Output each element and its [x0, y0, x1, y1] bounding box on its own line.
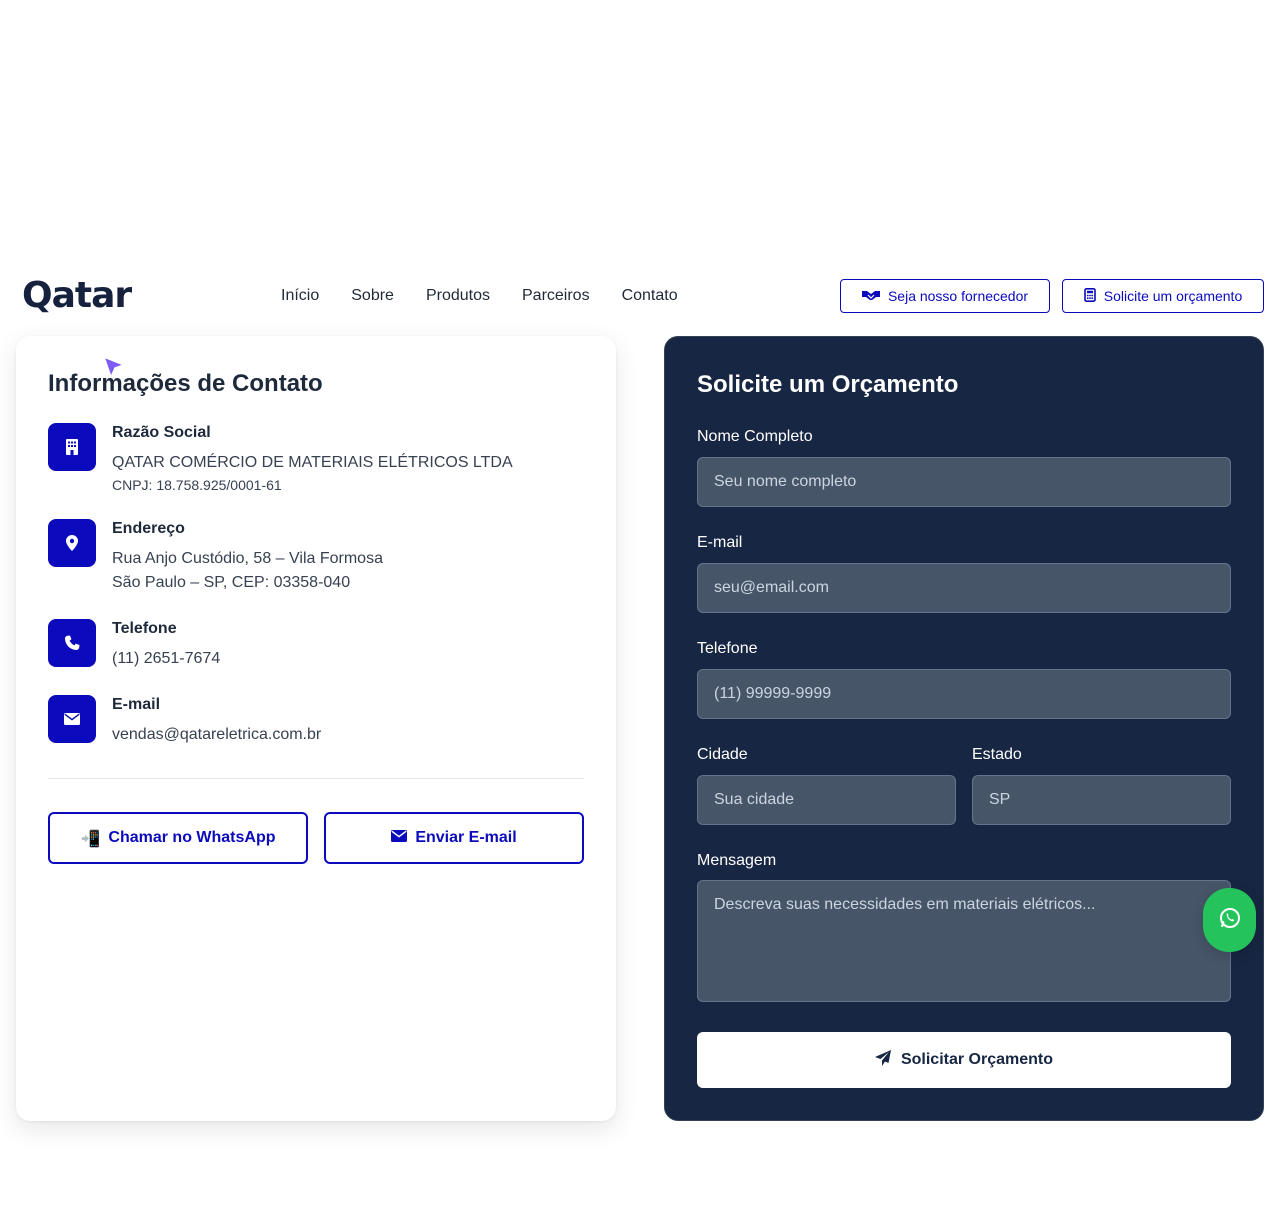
name-input[interactable] — [697, 457, 1231, 507]
email-label: E-mail — [697, 534, 743, 551]
contact-info-card: Informações de Contato Razão Social QATA… — [16, 336, 616, 1121]
nav-item-inicio[interactable]: Início — [281, 286, 319, 306]
building-icon — [48, 423, 96, 471]
quote-form-card: Solicite um Orçamento Nome Completo E-ma… — [664, 336, 1264, 1121]
city-input[interactable] — [697, 775, 956, 825]
company-cnpj: CNPJ: 18.758.925/0001-61 — [112, 477, 282, 493]
submit-quote-button[interactable]: Solicitar Orçamento — [697, 1032, 1231, 1088]
contact-info-title: Informações de Contato — [48, 370, 323, 397]
phone-value[interactable]: (11) 2651-7674 — [112, 647, 220, 671]
main-nav: Início Sobre Produtos Parceiros Contato — [281, 286, 710, 306]
calculator-icon — [1083, 287, 1096, 305]
address-line1: Rua Anjo Custódio, 58 – Vila Formosa — [112, 550, 383, 567]
envelope-icon — [48, 695, 96, 743]
nav-item-sobre[interactable]: Sobre — [351, 286, 394, 306]
email-input[interactable] — [697, 563, 1231, 613]
nav-item-produtos[interactable]: Produtos — [426, 286, 490, 306]
state-label: Estado — [972, 746, 1022, 763]
nav-item-contato[interactable]: Contato — [622, 286, 678, 306]
phone-label: Telefone — [697, 640, 758, 657]
whatsapp-icon — [1219, 907, 1241, 934]
address-info: Endereço Rua Anjo Custódio, 58 – Vila Fo… — [48, 519, 383, 595]
cursor-arrow-icon — [102, 355, 126, 379]
state-input[interactable] — [972, 775, 1231, 825]
map-pin-icon — [48, 519, 96, 567]
message-label: Mensagem — [697, 852, 777, 869]
message-textarea[interactable] — [697, 880, 1231, 1002]
mobile-arrow-icon: 📲 — [80, 828, 101, 848]
company-name: QATAR COMÉRCIO DE MATERIAIS ELÉTRICOS LT… — [112, 454, 513, 471]
phone-label: Telefone — [112, 620, 177, 637]
send-email-button-label: Enviar E-mail — [415, 829, 517, 846]
phone-info: Telefone (11) 2651-7674 — [48, 619, 220, 671]
address-label: Endereço — [112, 520, 185, 537]
whatsapp-button[interactable]: 📲 Chamar no WhatsApp — [48, 812, 308, 864]
site-header: Qatar Início Sobre Produtos Parceiros Co… — [0, 270, 1265, 322]
phone-input[interactable] — [697, 669, 1231, 719]
email-label: E-mail — [112, 696, 161, 713]
email-value[interactable]: vendas@qatareletrica.com.br — [112, 723, 321, 747]
email-info: E-mail vendas@qatareletrica.com.br — [48, 695, 321, 747]
phone-icon — [48, 619, 96, 667]
divider — [48, 778, 584, 779]
paper-plane-icon — [874, 1049, 891, 1071]
logo[interactable]: Qatar — [22, 275, 132, 316]
supplier-button[interactable]: Seja nosso fornecedor — [840, 279, 1050, 313]
logo-text: Qatar — [22, 275, 132, 316]
company-info: Razão Social QATAR COMÉRCIO DE MATERIAIS… — [48, 423, 513, 495]
send-email-button[interactable]: Enviar E-mail — [324, 812, 584, 864]
city-label: Cidade — [697, 746, 748, 763]
envelope-icon — [391, 829, 408, 847]
name-label: Nome Completo — [697, 428, 813, 445]
form-title: Solicite um Orçamento — [697, 371, 959, 398]
company-label: Razão Social — [112, 424, 211, 441]
whatsapp-float-button[interactable] — [1203, 888, 1256, 952]
nav-item-parceiros[interactable]: Parceiros — [522, 286, 590, 306]
supplier-button-label: Seja nosso fornecedor — [887, 288, 1029, 304]
handshake-icon — [861, 288, 880, 304]
submit-quote-button-label: Solicitar Orçamento — [900, 1051, 1054, 1068]
address-line2: São Paulo – SP, CEP: 03358-040 — [112, 574, 351, 591]
whatsapp-button-label: Chamar no WhatsApp — [108, 829, 276, 846]
quote-button[interactable]: Solicite um orçamento — [1062, 279, 1264, 313]
quote-button-label: Solicite um orçamento — [1103, 288, 1243, 304]
